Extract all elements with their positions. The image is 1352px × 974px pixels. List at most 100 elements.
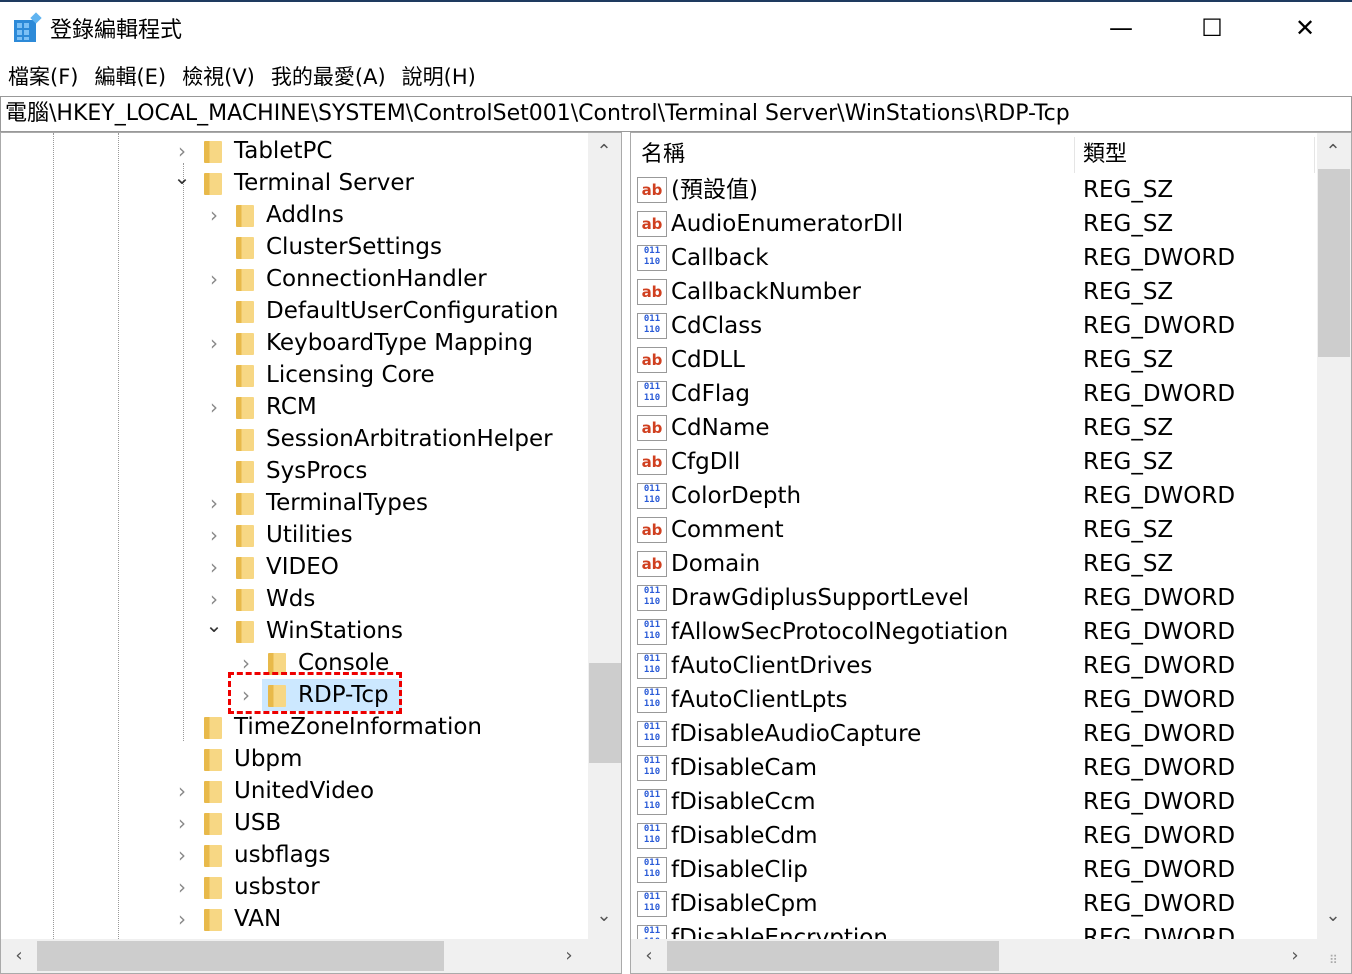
scroll-left-icon[interactable]: ‹ [3, 945, 35, 966]
value-name: Comment [671, 517, 784, 543]
chevron-right-icon[interactable]: › [204, 327, 224, 359]
minimize-button[interactable]: — [1098, 10, 1144, 46]
folder-icon [236, 621, 254, 643]
value-row[interactable]: 011 110 fDisableCcm REG_DWORD [635, 785, 1315, 819]
value-name: fAutoClientDrives [671, 653, 873, 679]
value-type: REG_DWORD [1083, 721, 1236, 747]
value-type: REG_DWORD [1083, 619, 1236, 645]
chevron-down-icon[interactable]: ⌄ [204, 609, 224, 641]
folder-icon [236, 397, 254, 419]
values-hscroll-thumb[interactable] [667, 941, 999, 971]
value-name: CfgDll [671, 449, 741, 475]
value-row[interactable]: ab Comment REG_SZ [635, 513, 1315, 547]
value-row[interactable]: ab CallbackNumber REG_SZ [635, 275, 1315, 309]
tree-vscroll-thumb[interactable] [589, 663, 621, 763]
value-row[interactable]: ab CfgDll REG_SZ [635, 445, 1315, 479]
chevron-right-icon[interactable]: › [172, 871, 192, 903]
folder-icon [236, 205, 254, 227]
menu-view[interactable]: 檢視(V) [174, 60, 263, 94]
scroll-right-icon[interactable]: › [1279, 945, 1311, 966]
string-value-icon: ab [637, 211, 667, 237]
menu-file[interactable]: 檔案(F) [0, 60, 86, 94]
value-type: REG_DWORD [1083, 891, 1236, 917]
value-row[interactable]: ab CdName REG_SZ [635, 411, 1315, 445]
chevron-right-icon[interactable]: › [204, 519, 224, 551]
chevron-right-icon[interactable]: › [172, 839, 192, 871]
values-vertical-scrollbar[interactable]: ⌃ ⌄ [1317, 133, 1351, 939]
value-row[interactable]: 011 110 DrawGdiplusSupportLevel REG_DWORD [635, 581, 1315, 615]
folder-icon [236, 333, 254, 355]
value-row[interactable]: ab Domain REG_SZ [635, 547, 1315, 581]
tree-node-label: TabletPC [234, 138, 333, 164]
folder-icon [204, 845, 222, 867]
values-vscroll-thumb[interactable] [1318, 169, 1350, 357]
value-row[interactable]: 011 110 ColorDepth REG_DWORD [635, 479, 1315, 513]
value-name: fDisableAudioCapture [671, 721, 922, 747]
menu-edit[interactable]: 編輯(E) [86, 60, 174, 94]
value-name: CdDLL [671, 347, 745, 373]
tree-node-label: ConnectionHandler [266, 266, 487, 292]
value-row[interactable]: ab (預設值) REG_SZ [635, 173, 1315, 207]
folder-icon [204, 141, 222, 163]
value-row[interactable]: 011 110 fAutoClientLpts REG_DWORD [635, 683, 1315, 717]
column-header-type[interactable]: 類型 [1075, 137, 1315, 173]
scroll-down-icon[interactable]: ⌄ [588, 905, 620, 926]
value-row[interactable]: ab CdDLL REG_SZ [635, 343, 1315, 377]
menu-favorites[interactable]: 我的最愛(A) [263, 60, 394, 94]
value-row[interactable]: 011 110 fAutoClientDrives REG_DWORD [635, 649, 1315, 683]
maximize-button[interactable]: ☐ [1189, 10, 1235, 46]
scroll-up-icon[interactable]: ⌃ [588, 141, 620, 162]
string-value-icon: ab [637, 347, 667, 373]
value-type: REG_SZ [1083, 177, 1174, 203]
value-row[interactable]: 011 110 fDisableAudioCapture REG_DWORD [635, 717, 1315, 751]
value-row[interactable]: 011 110 fDisableCpm REG_DWORD [635, 887, 1315, 921]
chevron-right-icon[interactable]: › [172, 775, 192, 807]
value-row[interactable]: 011 110 fDisableCdm REG_DWORD [635, 819, 1315, 853]
scroll-down-icon[interactable]: ⌄ [1317, 905, 1349, 926]
string-value-icon: ab [637, 415, 667, 441]
chevron-right-icon[interactable]: › [204, 487, 224, 519]
string-value-icon: ab [637, 177, 667, 203]
value-row[interactable]: 011 110 Callback REG_DWORD [635, 241, 1315, 275]
value-type: REG_DWORD [1083, 245, 1236, 271]
value-name: DrawGdiplusSupportLevel [671, 585, 970, 611]
value-row[interactable]: 011 110 CdClass REG_DWORD [635, 309, 1315, 343]
binary-value-icon: 011 110 [637, 653, 667, 679]
values-horizontal-scrollbar[interactable]: ‹ › ⠿ [631, 939, 1351, 973]
tree-node-label: Terminal Server [234, 170, 414, 196]
tree-node-label: Ubpm [234, 746, 303, 772]
tree-vertical-scrollbar[interactable]: ⌃ ⌄ [588, 133, 621, 939]
close-button[interactable]: ✕ [1282, 10, 1328, 46]
chevron-right-icon[interactable]: › [172, 807, 192, 839]
chevron-right-icon[interactable]: › [204, 551, 224, 583]
value-row[interactable]: 011 110 CdFlag REG_DWORD [635, 377, 1315, 411]
value-name: fDisableCcm [671, 789, 816, 815]
binary-value-icon: 011 110 [637, 823, 667, 849]
scroll-left-icon[interactable]: ‹ [633, 945, 665, 966]
value-type: REG_DWORD [1083, 823, 1236, 849]
folder-icon [236, 269, 254, 291]
window-title: 登錄編輯程式 [50, 18, 183, 43]
chevron-right-icon[interactable]: › [204, 391, 224, 423]
tree-horizontal-scrollbar[interactable]: ‹ › [1, 939, 621, 973]
chevron-right-icon[interactable]: › [204, 263, 224, 295]
value-row[interactable]: 011 110 fAllowSecProtocolNegotiation REG_D… [635, 615, 1315, 649]
address-bar[interactable]: 電腦\HKEY_LOCAL_MACHINE\SYSTEM\ControlSet0… [0, 96, 1352, 132]
scroll-up-icon[interactable]: ⌃ [1317, 141, 1349, 162]
resize-grip-icon[interactable]: ⠿ [1329, 953, 1338, 967]
binary-value-icon: 011 110 [637, 381, 667, 407]
scroll-right-icon[interactable]: › [553, 945, 585, 966]
value-row[interactable]: ab AudioEnumeratorDll REG_SZ [635, 207, 1315, 241]
value-row[interactable]: 011 110 fDisableCam REG_DWORD [635, 751, 1315, 785]
string-value-icon: ab [637, 279, 667, 305]
value-type: REG_SZ [1083, 551, 1174, 577]
chevron-right-icon[interactable]: › [172, 903, 192, 935]
tree-node-label: UnitedVideo [234, 778, 375, 804]
tree-hscroll-thumb[interactable] [37, 941, 444, 971]
menu-help[interactable]: 說明(H) [394, 60, 484, 94]
tree-node-label: USB [234, 810, 282, 836]
chevron-right-icon[interactable]: › [204, 199, 224, 231]
chevron-down-icon[interactable]: ⌄ [172, 161, 192, 193]
column-header-name[interactable]: 名稱 [633, 137, 1075, 173]
value-row[interactable]: 011 110 fDisableClip REG_DWORD [635, 853, 1315, 887]
